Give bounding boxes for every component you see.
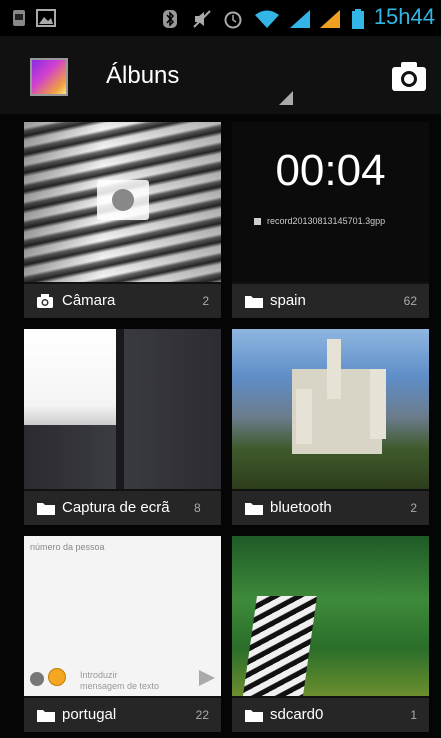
album-name: Captura de ecrã	[62, 499, 170, 516]
album-label: bluetooth 2	[232, 491, 429, 525]
chat-input-hint: Introduzir mensagem de texto	[80, 670, 160, 691]
album-count: 2	[202, 294, 209, 308]
album-name: portugal	[62, 706, 117, 723]
emoji-icon	[48, 668, 66, 686]
album-label: Câmara 2	[24, 284, 221, 318]
album-tile-camara[interactable]: Câmara 2	[24, 122, 221, 318]
album-tile-bluetooth[interactable]: bluetooth 2	[232, 329, 429, 525]
page-title[interactable]: Álbuns	[106, 62, 179, 90]
album-count: 8	[194, 501, 201, 515]
album-name: sdcard0	[270, 706, 324, 723]
album-tile-sdcard0[interactable]: sdcard0 1	[232, 536, 429, 732]
album-label: Captura de ecrã 8	[24, 491, 221, 525]
album-count: 22	[195, 708, 209, 722]
album-thumbnail	[232, 329, 429, 489]
album-label: spain 62	[232, 284, 429, 318]
folder-icon	[245, 710, 263, 722]
album-thumbnail: número da pessoa Introduzir mensagem de …	[24, 536, 221, 696]
folder-icon	[245, 503, 263, 515]
folder-icon	[37, 503, 55, 515]
album-count: 1	[410, 708, 417, 722]
album-thumbnail	[232, 536, 429, 696]
wifi-icon	[255, 10, 279, 28]
album-tile-portugal[interactable]: número da pessoa Introduzir mensagem de …	[24, 536, 221, 732]
sim-icon	[13, 10, 25, 26]
album-name: bluetooth	[270, 499, 332, 516]
folder-icon	[37, 710, 55, 722]
bluetooth-icon	[163, 10, 177, 28]
chat-input-area: Introduzir mensagem de texto	[24, 656, 221, 696]
battery-icon	[352, 9, 364, 29]
video-duration: 00:04	[275, 146, 386, 195]
mute-icon	[193, 10, 211, 28]
album-count: 62	[403, 294, 417, 308]
video-filename: record20130813145701.3gpp	[254, 216, 385, 226]
camera-overlay-icon	[97, 180, 149, 220]
signal-icon	[320, 10, 340, 28]
album-grid: Câmara 2 00:04 record20130813145701.3gpp…	[0, 114, 441, 738]
album-thumbnail	[24, 329, 221, 489]
album-label: portugal 22	[24, 698, 221, 732]
chat-recipient-hint: número da pessoa	[30, 542, 105, 552]
album-name: Câmara	[62, 292, 116, 309]
album-tile-captura-de-ecra[interactable]: Captura de ecrã 8	[24, 329, 221, 525]
album-thumbnail	[24, 122, 221, 282]
album-label: sdcard0 1	[232, 698, 429, 732]
image-notification-icon	[36, 9, 56, 27]
dropdown-indicator-icon[interactable]	[279, 91, 293, 105]
keyboard-icon	[30, 672, 44, 686]
alarm-icon	[224, 11, 242, 29]
album-name: spain	[270, 292, 306, 309]
signal-icon	[290, 10, 310, 28]
send-icon	[199, 670, 215, 686]
status-time: 15h44	[373, 4, 435, 29]
folder-icon	[245, 296, 263, 308]
gallery-app-icon[interactable]	[30, 58, 68, 96]
camera-icon[interactable]	[391, 60, 427, 92]
status-bar: 15h44	[0, 0, 441, 36]
album-tile-spain[interactable]: 00:04 record20130813145701.3gpp spain 62	[232, 122, 429, 318]
camera-icon	[37, 294, 53, 308]
album-count: 2	[410, 501, 417, 515]
action-bar: Álbuns	[0, 36, 441, 115]
album-thumbnail: 00:04 record20130813145701.3gpp	[232, 122, 429, 282]
